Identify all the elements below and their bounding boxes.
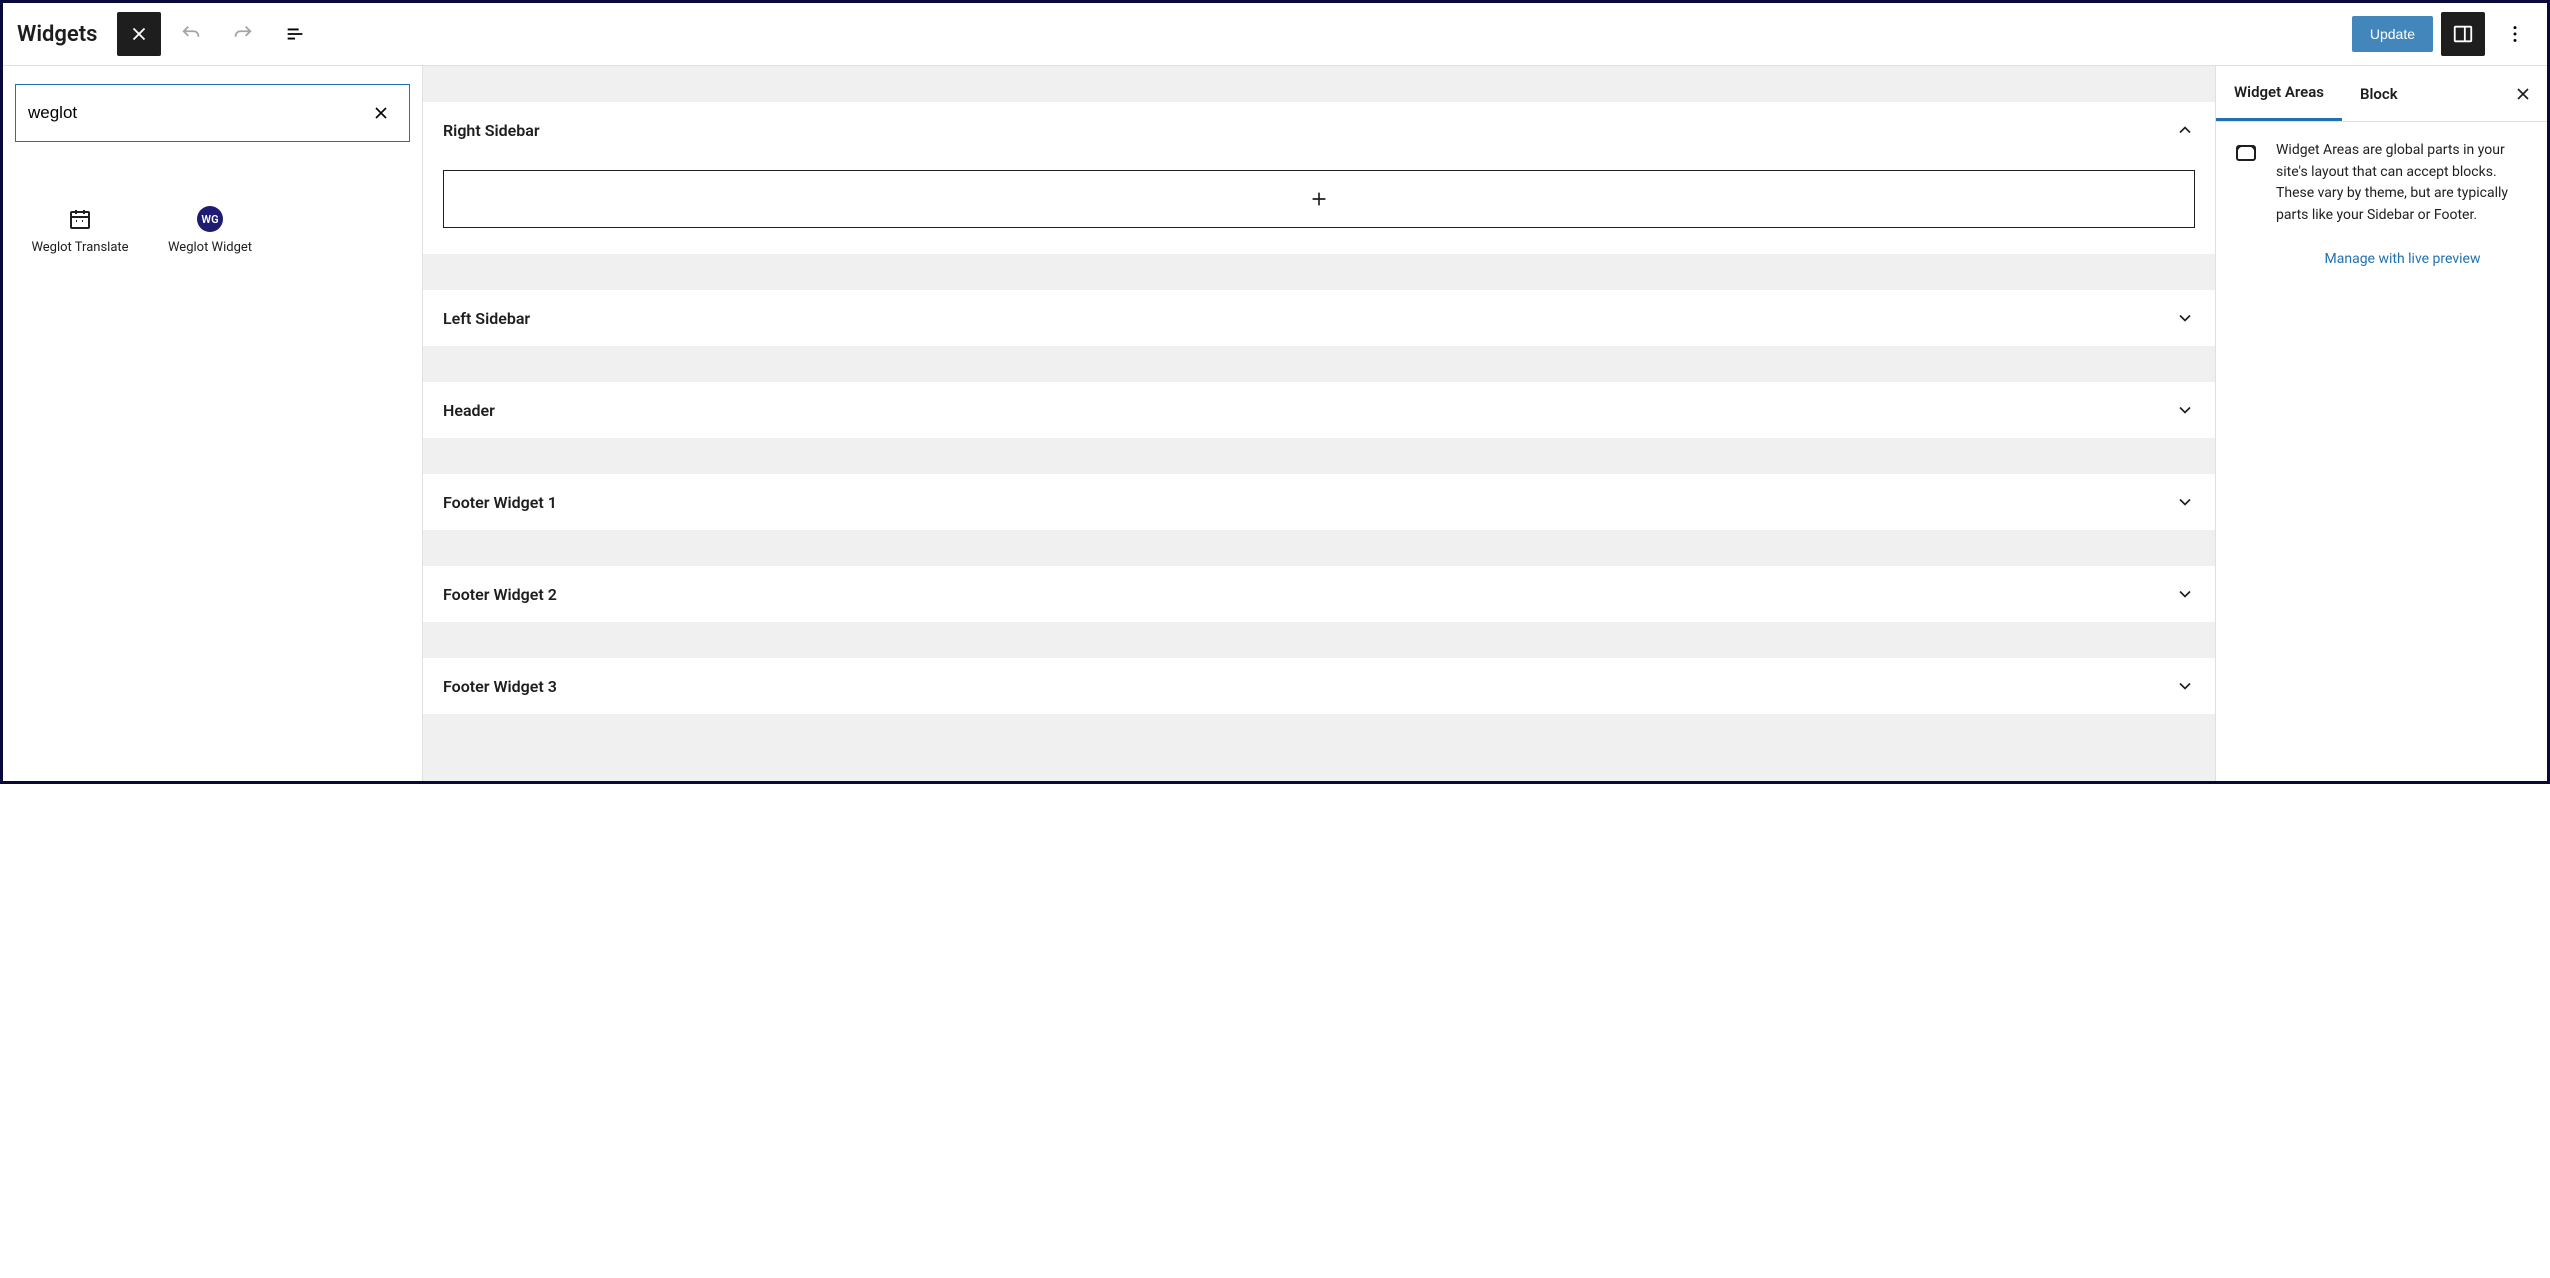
widget-area-footer-3: Footer Widget 3 <box>423 658 2215 714</box>
widget-areas-description: Widget Areas are global parts in your si… <box>2276 140 2529 227</box>
update-button[interactable]: Update <box>2352 16 2433 52</box>
list-view-icon <box>284 23 306 45</box>
close-icon <box>371 103 391 123</box>
list-view-button[interactable] <box>273 12 317 56</box>
more-vertical-icon <box>2504 23 2526 45</box>
widget-area-right-sidebar: Right Sidebar <box>423 102 2215 254</box>
chevron-down-icon <box>2175 492 2195 512</box>
chevron-down-icon <box>2175 676 2195 696</box>
widget-area-left-sidebar: Left Sidebar <box>423 290 2215 346</box>
area-toggle[interactable]: Footer Widget 1 <box>423 474 2215 530</box>
manage-live-preview-link[interactable]: Manage with live preview <box>2276 249 2529 271</box>
chevron-up-icon <box>2175 120 2195 140</box>
clear-search-button[interactable] <box>365 97 397 129</box>
chevron-down-icon <box>2175 308 2195 328</box>
area-title: Right Sidebar <box>443 121 540 140</box>
area-title: Header <box>443 401 495 420</box>
widget-area-footer-1: Footer Widget 1 <box>423 474 2215 530</box>
block-weglot-widget[interactable]: WG Weglot Widget <box>145 194 275 269</box>
search-input[interactable] <box>28 103 365 123</box>
options-button[interactable] <box>2493 12 2537 56</box>
close-settings-button[interactable] <box>2503 74 2543 114</box>
area-toggle[interactable]: Header <box>423 382 2215 438</box>
tab-widget-areas[interactable]: Widget Areas <box>2216 66 2342 121</box>
weglot-icon: WG <box>197 206 223 232</box>
block-inserter-panel: Weglot Translate WG Weglot Widget <box>3 66 423 781</box>
redo-button[interactable] <box>221 12 265 56</box>
area-toggle[interactable]: Footer Widget 3 <box>423 658 2215 714</box>
block-weglot-translate[interactable]: Weglot Translate <box>15 194 145 269</box>
search-field[interactable] <box>15 84 410 142</box>
add-block-button[interactable] <box>443 170 2195 228</box>
area-toggle[interactable]: Right Sidebar <box>423 102 2215 158</box>
area-toggle[interactable]: Left Sidebar <box>423 290 2215 346</box>
chevron-down-icon <box>2175 400 2195 420</box>
area-title: Left Sidebar <box>443 309 530 328</box>
page-title: Widgets <box>17 22 97 47</box>
area-title: Footer Widget 3 <box>443 677 557 696</box>
redo-icon <box>232 23 254 45</box>
header: Widgets Update <box>3 3 2547 66</box>
block-label: Weglot Widget <box>168 240 252 257</box>
calendar-icon <box>67 206 93 232</box>
plus-icon <box>1308 188 1330 210</box>
close-inserter-button[interactable] <box>117 12 161 56</box>
area-title: Footer Widget 1 <box>443 493 557 512</box>
settings-sidebar-toggle[interactable] <box>2441 12 2485 56</box>
area-toggle[interactable]: Footer Widget 2 <box>423 566 2215 622</box>
sidebar-icon <box>2452 23 2474 45</box>
undo-button[interactable] <box>169 12 213 56</box>
widget-area-header: Header <box>423 382 2215 438</box>
tab-block[interactable]: Block <box>2342 66 2416 121</box>
close-icon <box>128 23 150 45</box>
widget-area-footer-2: Footer Widget 2 <box>423 566 2215 622</box>
close-icon <box>2513 84 2533 104</box>
area-title: Footer Widget 2 <box>443 585 557 604</box>
block-label: Weglot Translate <box>31 240 128 257</box>
undo-icon <box>180 23 202 45</box>
chevron-down-icon <box>2175 584 2195 604</box>
widget-areas-icon <box>2234 140 2258 164</box>
settings-panel: Widget Areas Block Widget Areas are glob… <box>2215 66 2547 781</box>
widget-areas-canvas: Right Sidebar Left Sidebar Header <box>423 66 2215 781</box>
